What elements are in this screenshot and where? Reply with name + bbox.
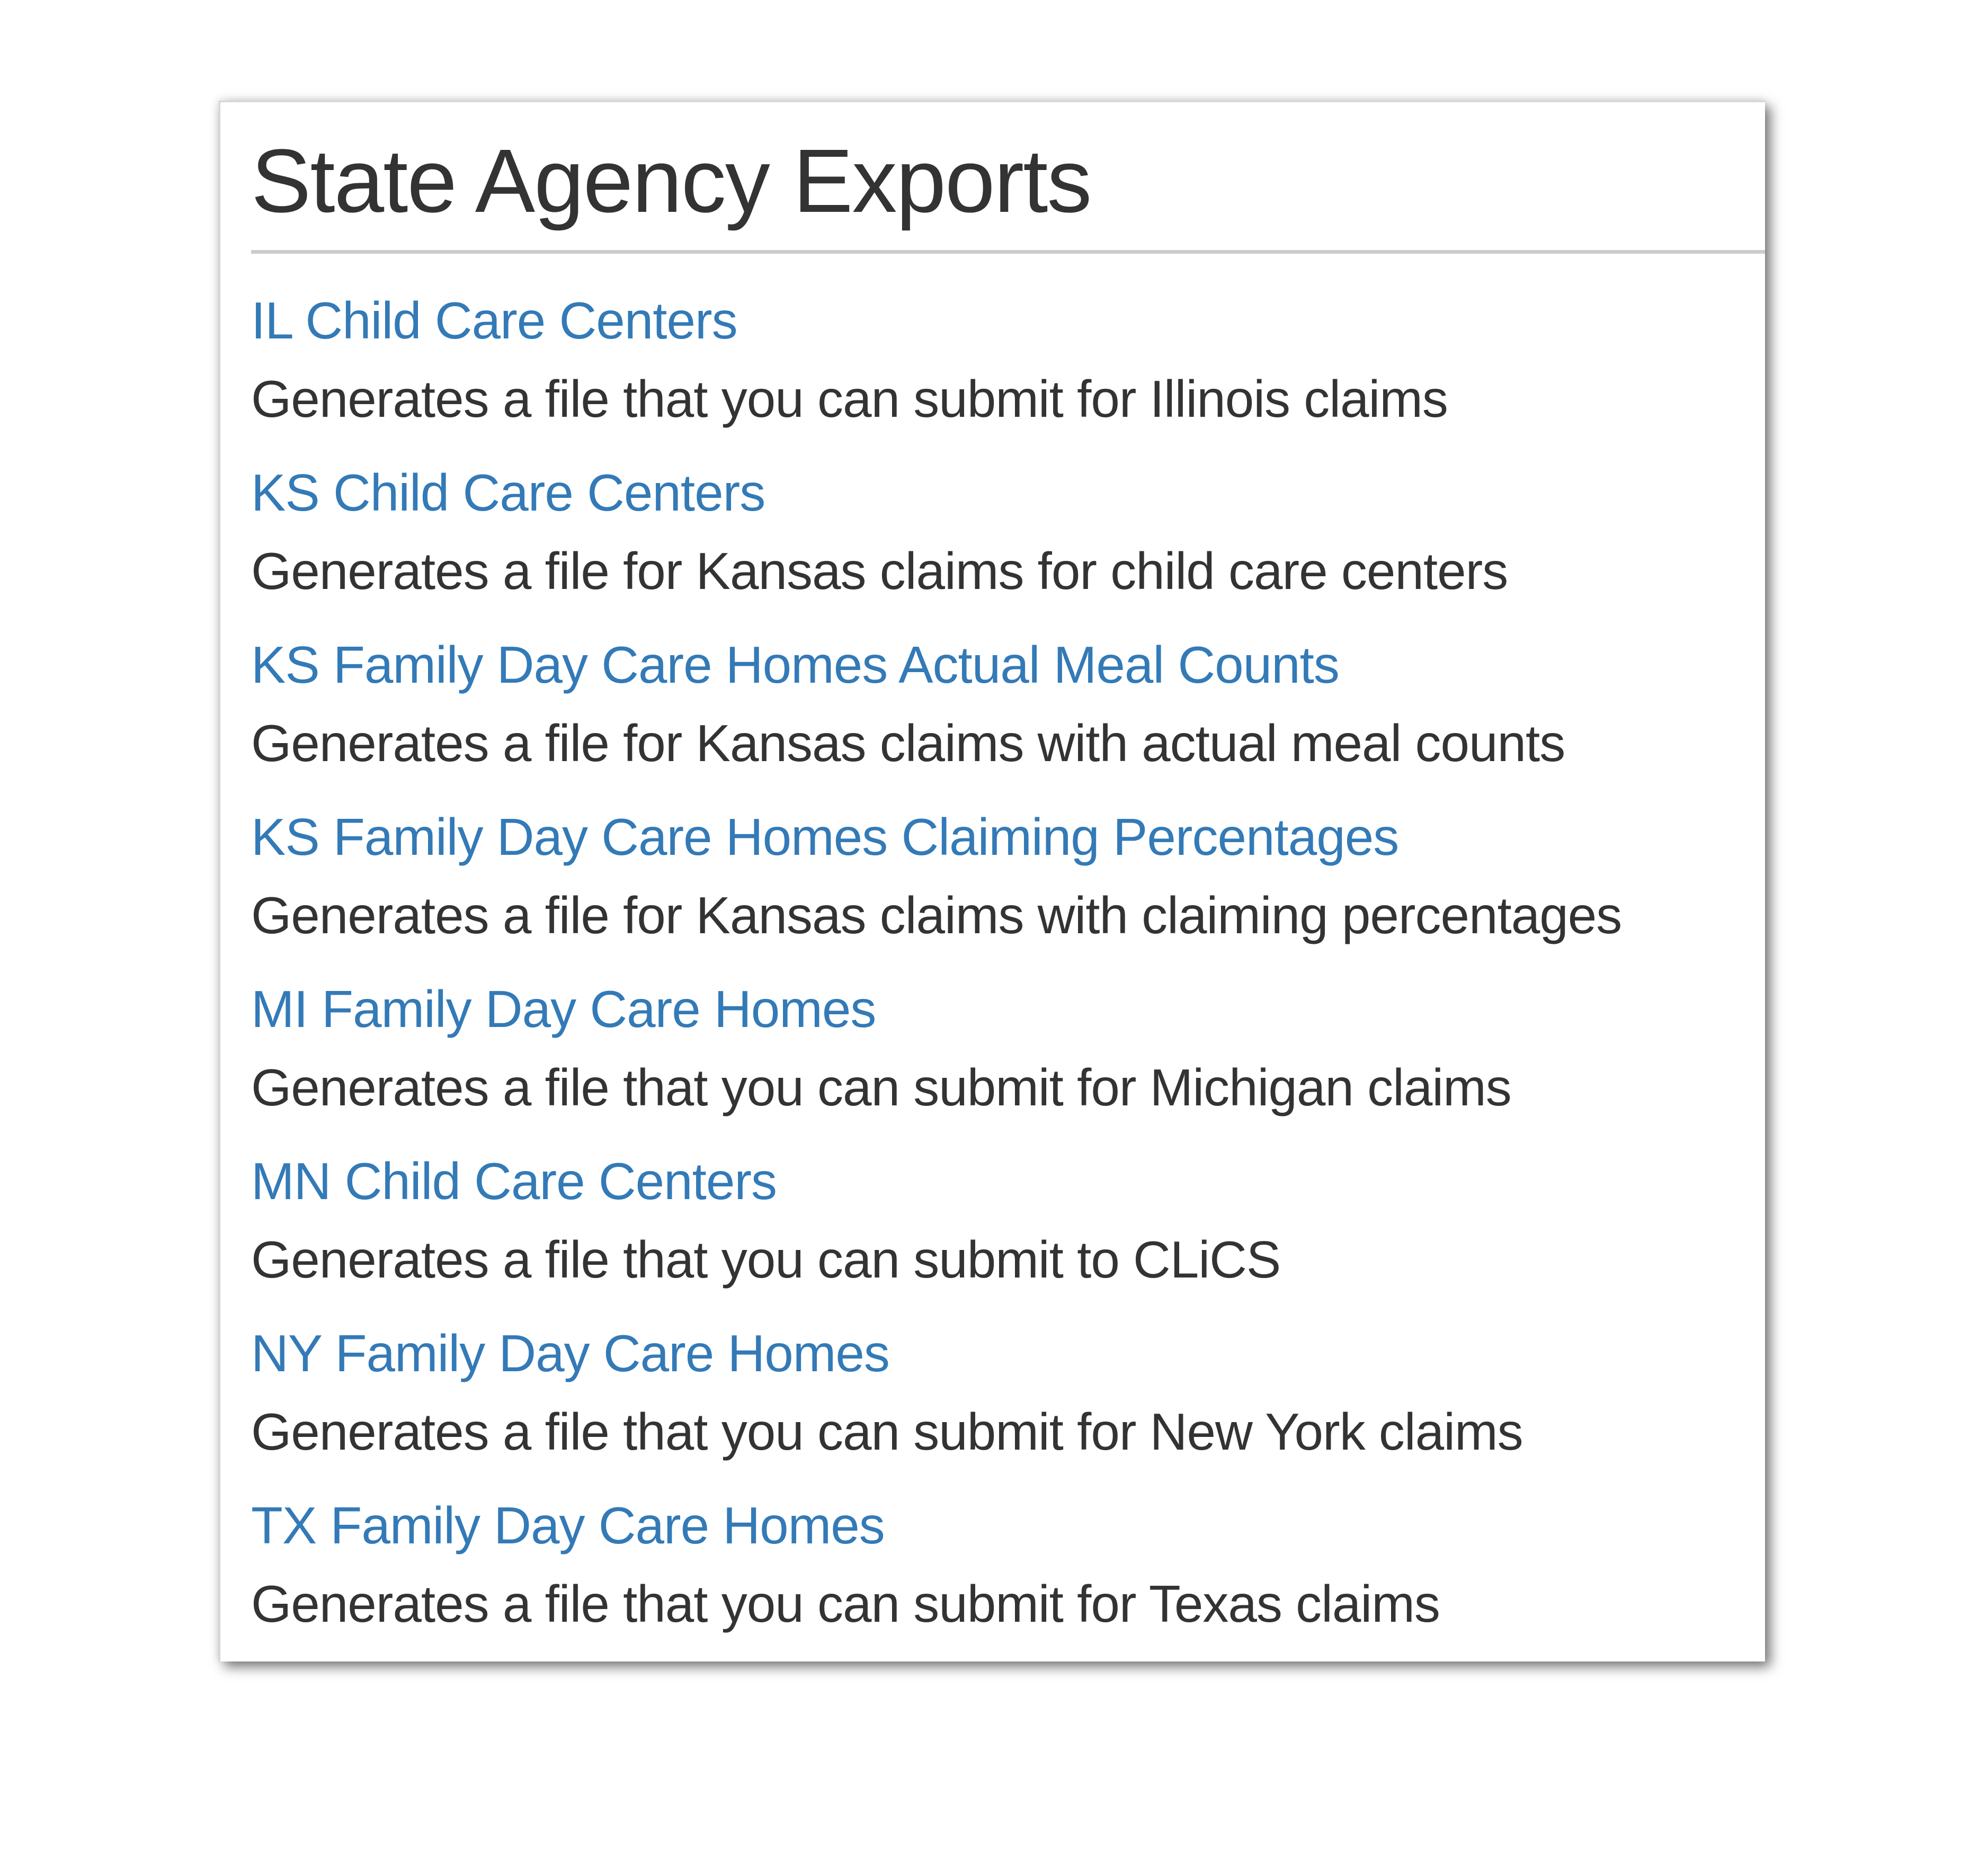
export-description: Generates a file for Kansas claims with … <box>251 714 1565 772</box>
page-title: State Agency Exports <box>251 131 1092 231</box>
export-item-ny-family-day-care-homes: NY Family Day Care Homes Generates a fil… <box>251 1327 1744 1499</box>
export-link-mn-child-care-centers[interactable]: MN Child Care Centers <box>251 1155 1744 1208</box>
export-item-mi-family-day-care-homes: MI Family Day Care Homes Generates a fil… <box>251 982 1744 1155</box>
export-link-il-child-care-centers[interactable]: IL Child Care Centers <box>251 294 1744 347</box>
export-item-ks-fdch-actual-meal-counts: KS Family Day Care Homes Actual Meal Cou… <box>251 638 1744 810</box>
export-description: Generates a file for Kansas claims for c… <box>251 542 1508 600</box>
export-link-ks-fdch-claiming-percentages[interactable]: KS Family Day Care Homes Claiming Percen… <box>251 810 1744 863</box>
state-agency-exports-panel: State Agency Exports IL Child Care Cente… <box>219 101 1765 1661</box>
title-divider <box>251 250 1765 254</box>
export-description: Generates a file that you can submit for… <box>251 1402 1523 1461</box>
export-item-ks-fdch-claiming-percentages: KS Family Day Care Homes Claiming Percen… <box>251 810 1744 982</box>
export-link-ny-family-day-care-homes[interactable]: NY Family Day Care Homes <box>251 1327 1744 1380</box>
exports-list: IL Child Care Centers Generates a file t… <box>251 294 1744 1671</box>
export-item-tx-family-day-care-homes: TX Family Day Care Homes Generates a fil… <box>251 1499 1744 1671</box>
export-link-tx-family-day-care-homes[interactable]: TX Family Day Care Homes <box>251 1499 1744 1552</box>
export-item-il-child-care-centers: IL Child Care Centers Generates a file t… <box>251 294 1744 466</box>
export-description: Generates a file for Kansas claims with … <box>251 886 1622 944</box>
export-description: Generates a file that you can submit for… <box>251 370 1448 428</box>
export-description: Generates a file that you can submit to … <box>251 1230 1281 1289</box>
export-item-ks-child-care-centers: KS Child Care Centers Generates a file f… <box>251 466 1744 638</box>
export-description: Generates a file that you can submit for… <box>251 1575 1440 1633</box>
export-link-ks-child-care-centers[interactable]: KS Child Care Centers <box>251 466 1744 519</box>
export-link-mi-family-day-care-homes[interactable]: MI Family Day Care Homes <box>251 982 1744 1035</box>
export-item-mn-child-care-centers: MN Child Care Centers Generates a file t… <box>251 1155 1744 1327</box>
export-link-ks-fdch-actual-meal-counts[interactable]: KS Family Day Care Homes Actual Meal Cou… <box>251 638 1744 691</box>
export-description: Generates a file that you can submit for… <box>251 1058 1512 1116</box>
